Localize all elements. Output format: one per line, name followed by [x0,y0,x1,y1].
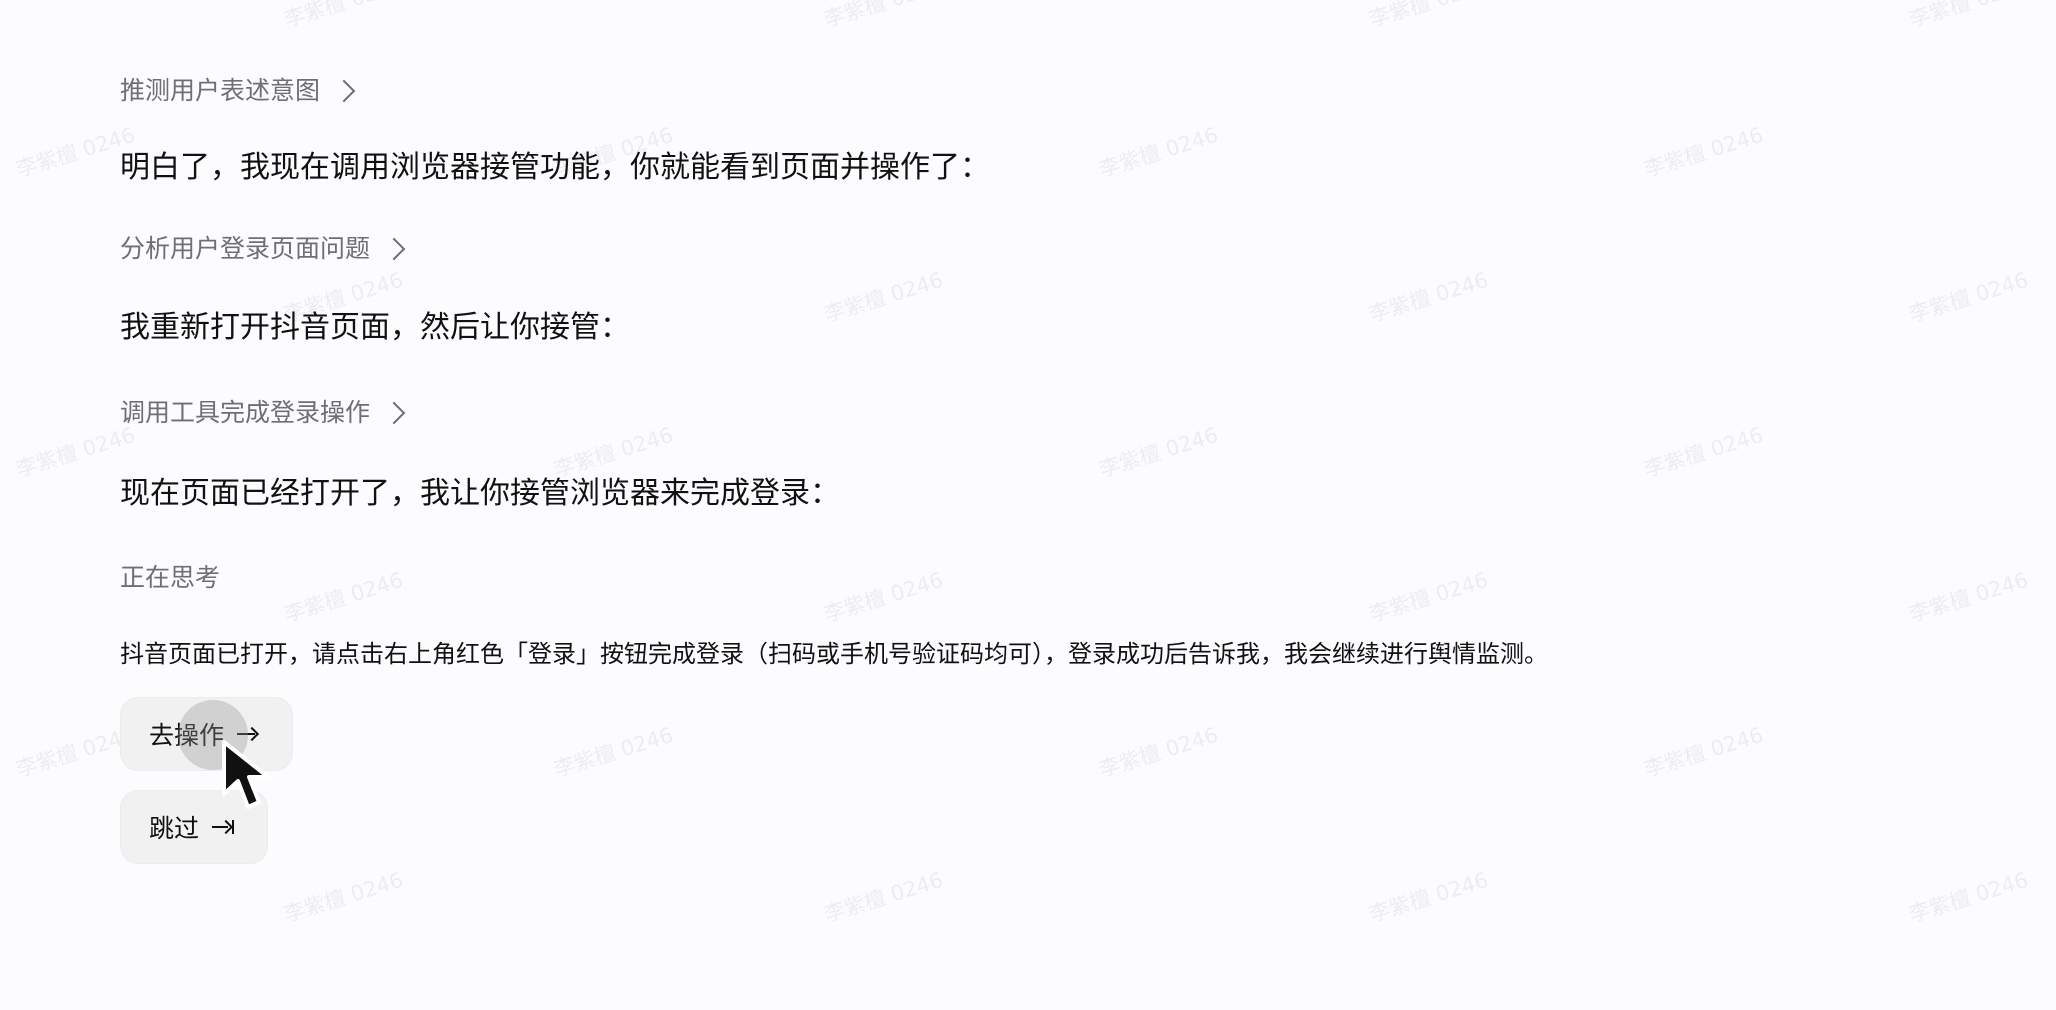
step-toggle-analyze-login-issue[interactable]: 分析用户登录页面问题 [120,234,406,263]
watermark-text: 李紫檀 0246 [1096,422,1221,482]
watermark-text: 李紫檀 0246 [1641,722,1766,782]
assistant-message: 我重新打开抖音页面，然后让你接管： [120,310,630,345]
skip-arrow-icon [211,817,237,837]
watermark-text: 李紫檀 0246 [551,722,676,782]
login-instruction: 抖音页面已打开，请点击右上角红色「登录」按钮完成登录（扫码或手机号验证码均可），… [120,640,1548,668]
step-label: 推测用户表述意图 [120,76,321,105]
watermark-text: 李紫檀 0246 [1096,122,1221,182]
skip-label: 跳过 [149,814,200,843]
go-operate-label: 去操作 [149,721,225,750]
watermark-text: 李紫檀 0246 [1906,867,2031,927]
step-toggle-call-login-tool[interactable]: 调用工具完成登录操作 [120,398,406,427]
assistant-message: 现在页面已经打开了，我让你接管浏览器来完成登录： [120,476,840,511]
watermark-text: 李紫檀 0246 [821,0,946,32]
step-label: 分析用户登录页面问题 [120,234,371,263]
watermark-text: 李紫檀 0246 [13,422,138,482]
watermark-text: 李紫檀 0246 [551,422,676,482]
watermark-text: 李紫檀 0246 [281,867,406,927]
watermark-text: 李紫檀 0246 [821,267,946,327]
watermark-text: 李紫檀 0246 [1906,0,2031,32]
chevron-right-icon [382,401,406,425]
arrow-right-icon [236,724,260,744]
watermark-text: 李紫檀 0246 [1906,567,2031,627]
watermark-text: 李紫檀 0246 [281,567,406,627]
thinking-status: 正在思考 [120,563,221,592]
skip-button[interactable]: 跳过 [120,790,268,864]
watermark-text: 李紫檀 0246 [281,0,406,32]
step-label: 调用工具完成登录操作 [120,398,371,427]
watermark-text: 李紫檀 0246 [1641,422,1766,482]
watermark-text: 李紫檀 0246 [1641,122,1766,182]
watermark-text: 李紫檀 0246 [821,867,946,927]
assistant-message: 明白了，我现在调用浏览器接管功能，你就能看到页面并操作了： [120,150,990,185]
watermark-text: 李紫檀 0246 [1906,267,2031,327]
watermark-text: 李紫檀 0246 [1366,0,1491,32]
chat-canvas: 李紫檀 0246 李紫檀 0246 李紫檀 0246 李紫檀 0246 李紫檀 … [0,0,2056,1010]
go-operate-button[interactable]: 去操作 [120,697,293,771]
watermark-text: 李紫檀 0246 [1366,267,1491,327]
chevron-right-icon [332,79,356,103]
watermark-text: 李紫檀 0246 [1366,867,1491,927]
step-toggle-infer-intent[interactable]: 推测用户表述意图 [120,76,356,105]
chevron-right-icon [382,237,406,261]
skip-bar-icon [232,820,235,834]
watermark-text: 李紫檀 0246 [1366,567,1491,627]
watermark-text: 李紫檀 0246 [1096,722,1221,782]
watermark-text: 李紫檀 0246 [821,567,946,627]
